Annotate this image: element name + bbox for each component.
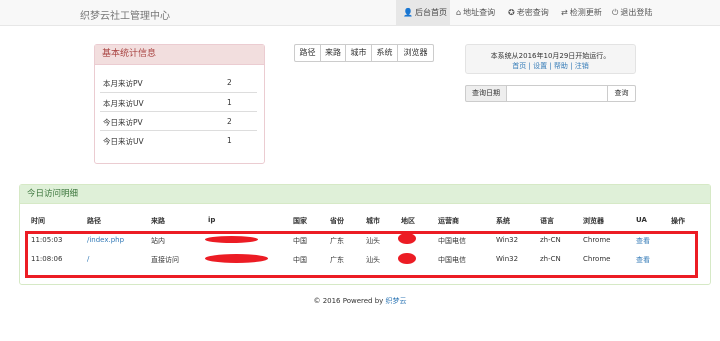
col-header-ip: ip xyxy=(208,216,216,224)
filter-browser-button[interactable]: 浏览器 xyxy=(397,44,434,62)
nav-label: 退出登陆 xyxy=(620,8,653,17)
logout-icon: ⏻ xyxy=(612,8,619,17)
region-redaction-mark xyxy=(398,233,416,244)
col-header-ua: UA xyxy=(636,216,647,224)
filter-path-button[interactable]: 路径 xyxy=(294,44,321,62)
stat-value: 1 xyxy=(227,98,232,107)
col-header-lang: 语言 xyxy=(540,217,554,225)
stat-label: 今日来访UV xyxy=(103,137,144,146)
retweet-icon: ⇄ xyxy=(561,8,568,17)
home-icon: ⌂ xyxy=(456,8,462,17)
nav-item-logout[interactable]: ⏻ 退出登陆 xyxy=(612,0,652,26)
footer-link[interactable]: 织梦云 xyxy=(386,297,407,305)
nav-item-address-query[interactable]: ⌂ 地址查询 xyxy=(456,0,495,26)
user-icon: 👤 xyxy=(403,8,413,17)
stats-panel-title: 基本统计信息 xyxy=(95,45,264,65)
col-header-province: 省份 xyxy=(330,217,344,225)
stat-value: 2 xyxy=(227,78,232,87)
filter-os-button[interactable]: 系统 xyxy=(371,44,398,62)
nav-item-password-query[interactable]: ✪ 老密查询 xyxy=(508,0,549,26)
col-header-actions: 操作 xyxy=(671,217,685,225)
stat-row: 本月来访UV 1 xyxy=(100,92,257,111)
ip-redaction-mark xyxy=(205,254,268,263)
notice-text: 本系统从2016年10月29日开始运行。 xyxy=(490,52,611,60)
system-notice: 本系统从2016年10月29日开始运行。 首页 | 设置 | 帮助 | 注销 xyxy=(465,44,636,74)
col-header-path: 路径 xyxy=(87,217,101,225)
ip-redaction-mark xyxy=(205,236,258,243)
footer: © 2016 Powered by 织梦云 xyxy=(0,296,720,306)
query-date-label: 查询日期 xyxy=(465,85,507,102)
notice-links[interactable]: 首页 | 设置 | 帮助 | 注销 xyxy=(466,61,635,71)
nav-label: 老密查询 xyxy=(516,8,549,17)
nav-item-home-admin[interactable]: 👤 后台首页 xyxy=(396,0,450,26)
region-redaction-mark xyxy=(398,253,416,264)
stat-row: 今日来访UV 1 xyxy=(100,130,257,149)
annotation-highlight-box xyxy=(25,231,698,278)
col-header-country: 国家 xyxy=(293,217,307,225)
stat-label: 本月来访UV xyxy=(103,99,144,108)
stat-row: 本月来访PV 2 xyxy=(100,73,257,92)
footer-text: © 2016 Powered by xyxy=(313,297,386,305)
col-header-city: 城市 xyxy=(366,217,380,225)
col-header-isp: 运营商 xyxy=(438,217,459,225)
nav-label: 检测更新 xyxy=(569,8,602,17)
stat-value: 1 xyxy=(227,136,232,145)
top-navbar: 织梦云社工管理中心 👤 后台首页 ⌂ 地址查询 ✪ 老密查询 ⇄ 检测更新 ⏻ 退出登陆 xyxy=(0,0,720,26)
col-header-referrer: 来路 xyxy=(151,217,165,225)
col-header-browser: 浏览器 xyxy=(583,217,604,225)
nav-item-check-update[interactable]: ⇄ 检测更新 xyxy=(561,0,602,26)
search-icon: ✪ xyxy=(508,8,515,17)
stat-label: 本月来访PV xyxy=(103,79,143,88)
filter-referrer-button[interactable]: 来路 xyxy=(320,44,346,62)
col-header-region: 地区 xyxy=(401,217,415,225)
stat-row: 今日来访PV 2 xyxy=(100,111,257,130)
nav-label: 地址查询 xyxy=(463,8,496,17)
stat-label: 今日来访PV xyxy=(103,118,143,127)
col-header-os: 系统 xyxy=(496,217,510,225)
brand-title[interactable]: 织梦云社工管理中心 xyxy=(80,7,170,22)
nav-label: 后台首页 xyxy=(414,8,447,17)
col-header-time: 时间 xyxy=(31,217,45,225)
stat-value: 2 xyxy=(227,117,232,126)
query-button[interactable]: 查询 xyxy=(607,85,636,102)
filter-city-button[interactable]: 城市 xyxy=(345,44,372,62)
query-date-input[interactable] xyxy=(506,85,608,102)
stats-table: 本月来访PV 2 本月来访UV 1 今日来访PV 2 今日来访UV 1 xyxy=(100,73,257,149)
visits-panel-title: 今日访问明细 xyxy=(20,185,710,204)
